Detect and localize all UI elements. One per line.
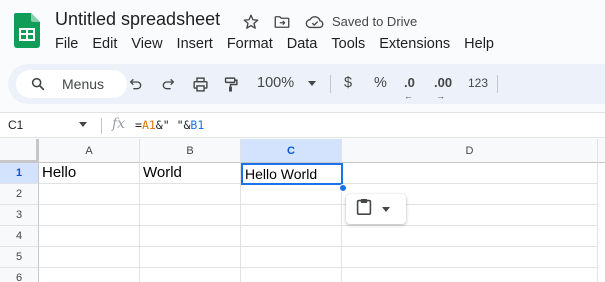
redo-icon[interactable] — [158, 74, 178, 94]
formula-ref-a1: A1 — [141, 118, 156, 132]
cell-b2[interactable] — [140, 184, 241, 205]
cell-a3[interactable] — [39, 205, 140, 226]
document-title[interactable]: Untitled spreadsheet — [55, 9, 220, 30]
column-header-a[interactable]: A — [39, 139, 140, 163]
menu-help[interactable]: Help — [457, 36, 501, 52]
cell-a4[interactable] — [39, 226, 140, 247]
select-all-corner[interactable] — [0, 139, 39, 163]
chevron-down-icon — [382, 206, 390, 212]
menu-edit[interactable]: Edit — [85, 36, 124, 52]
menu-format[interactable]: Format — [220, 36, 280, 52]
cell-b3[interactable] — [140, 205, 241, 226]
search-menus-label: Menus — [62, 76, 105, 92]
formula-input[interactable]: =A1&" "&B1 — [135, 118, 204, 132]
paste-options-chip[interactable] — [346, 194, 406, 224]
number-format-button[interactable]: 123 — [468, 76, 488, 90]
formula-part: &" "& — [155, 118, 191, 132]
print-icon[interactable] — [190, 74, 210, 94]
formula-bar: C1 fx =A1&" "&B1 — [0, 112, 605, 138]
menu-bar: File Edit View Insert Format Data Tools … — [48, 36, 501, 52]
cell-c4[interactable] — [241, 226, 342, 247]
cell-a6[interactable] — [39, 268, 140, 282]
cell-d5[interactable] — [342, 247, 598, 268]
fill-handle[interactable] — [339, 184, 347, 192]
cell-b5[interactable] — [140, 247, 241, 268]
menu-file[interactable]: File — [48, 36, 85, 52]
zoom-select[interactable]: 100% — [257, 75, 294, 91]
row-header-2[interactable]: 2 — [0, 184, 39, 205]
cloud-done-icon[interactable] — [305, 12, 325, 32]
formula-ref-b1: B1 — [190, 118, 205, 132]
cell-a5[interactable] — [39, 247, 140, 268]
column-header-c[interactable]: C — [241, 139, 342, 163]
cell-c6[interactable] — [241, 268, 342, 282]
cell-a2[interactable] — [39, 184, 140, 205]
column-header-d[interactable]: D — [342, 139, 598, 163]
formula-part: = — [135, 118, 142, 132]
star-icon[interactable] — [241, 12, 261, 32]
toolbar: Menus 100% $ % .0 ← .00 → 123 — [8, 64, 605, 104]
undo-icon[interactable] — [126, 74, 146, 94]
row-header-3[interactable]: 3 — [0, 205, 39, 226]
search-menus-button[interactable]: Menus — [16, 70, 127, 98]
menu-extensions[interactable]: Extensions — [372, 36, 457, 52]
toolbar-divider — [497, 75, 498, 93]
fx-icon: fx — [112, 116, 126, 132]
move-to-folder-icon[interactable] — [272, 12, 292, 32]
column-header-e[interactable] — [598, 139, 605, 163]
row-header-4[interactable]: 4 — [0, 226, 39, 247]
cell-d4[interactable] — [342, 226, 598, 247]
menu-view[interactable]: View — [124, 36, 169, 52]
zoom-caret-icon[interactable] — [308, 81, 316, 86]
formula-bar-divider — [101, 118, 102, 134]
cell-c5[interactable] — [241, 247, 342, 268]
increase-decimal-button[interactable]: .00 — [434, 75, 452, 90]
row-header-6[interactable]: 6 — [0, 268, 39, 282]
increase-arrow-icon: → — [436, 91, 445, 101]
cell-a1[interactable]: Hello — [39, 163, 140, 184]
cell-b1[interactable]: World — [140, 163, 241, 184]
toolbar-divider — [330, 75, 331, 93]
cell-c1[interactable]: Hello World — [241, 163, 343, 185]
menu-tools[interactable]: Tools — [324, 36, 372, 52]
decrease-arrow-icon: ← — [404, 91, 413, 101]
menu-insert[interactable]: Insert — [170, 36, 220, 52]
format-currency-button[interactable]: $ — [344, 75, 352, 91]
cell-b6[interactable] — [140, 268, 241, 282]
cell-b4[interactable] — [140, 226, 241, 247]
format-percent-button[interactable]: % — [374, 75, 387, 91]
app-header: Untitled spreadsheet Saved to Drive File… — [0, 0, 605, 62]
save-status[interactable]: Saved to Drive — [332, 14, 417, 29]
decrease-decimal-button[interactable]: .0 — [404, 75, 415, 90]
menu-data[interactable]: Data — [280, 36, 325, 52]
cell-d6[interactable] — [342, 268, 598, 282]
clipboard-icon — [356, 198, 372, 221]
cell-c3[interactable] — [241, 205, 342, 226]
row-header-5[interactable]: 5 — [0, 247, 39, 268]
paint-format-icon[interactable] — [220, 74, 240, 94]
row-header-1[interactable]: 1 — [0, 163, 39, 184]
cell-d1[interactable] — [343, 163, 598, 184]
name-box-caret-icon[interactable] — [79, 122, 87, 127]
sheet-grid: A B C D 1 2 3 4 5 6 Hello World Hello Wo… — [0, 139, 605, 282]
sheets-logo-icon[interactable] — [14, 13, 40, 48]
search-icon — [30, 76, 46, 97]
cell-c2[interactable] — [241, 185, 342, 205]
name-box[interactable]: C1 — [8, 118, 23, 132]
column-header-b[interactable]: B — [140, 139, 241, 163]
